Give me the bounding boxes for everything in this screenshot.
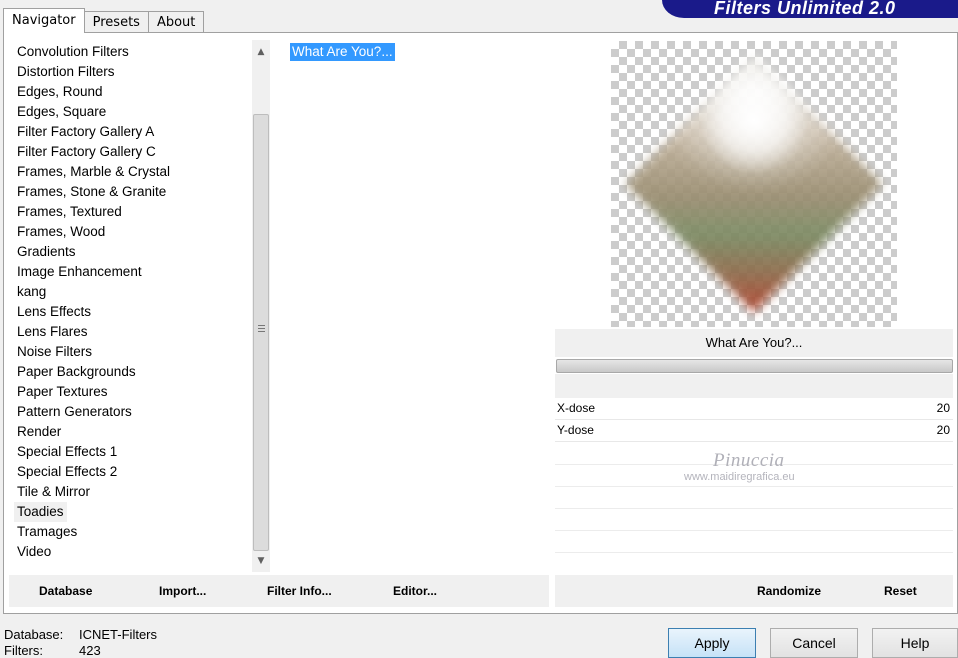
- param-empty-row: [555, 486, 953, 487]
- scroll-up-arrow-icon[interactable]: ▲: [252, 43, 270, 61]
- param-value: 20: [936, 401, 950, 415]
- category-item[interactable]: Lens Effects: [14, 302, 94, 322]
- progress-bar: [556, 359, 953, 373]
- category-item[interactable]: Frames, Stone & Granite: [14, 182, 169, 202]
- param-empty-row: [555, 552, 953, 553]
- category-item[interactable]: Gradients: [14, 242, 79, 262]
- category-item[interactable]: Tile & Mirror: [14, 482, 93, 502]
- category-item[interactable]: Paper Textures: [14, 382, 111, 402]
- watermark-name: Pinuccia: [713, 450, 785, 471]
- preview-image: [611, 41, 897, 327]
- filter-info-button[interactable]: Filter Info...: [267, 575, 332, 607]
- param-button-bar: Randomize Reset: [555, 575, 953, 607]
- category-item[interactable]: Filter Factory Gallery A: [14, 122, 157, 142]
- tab-navigator[interactable]: Navigator: [3, 8, 85, 33]
- app-banner: Filters Unlimited 2.0: [662, 0, 958, 18]
- list-button-bar: Database Import... Filter Info... Editor…: [9, 575, 549, 607]
- category-item[interactable]: Lens Flares: [14, 322, 91, 342]
- category-item[interactable]: Frames, Marble & Crystal: [14, 162, 173, 182]
- filter-list[interactable]: What Are You?...: [281, 40, 549, 572]
- category-item[interactable]: Frames, Textured: [14, 202, 125, 222]
- editor-button[interactable]: Editor...: [393, 575, 437, 607]
- scroll-thumb[interactable]: [253, 114, 269, 551]
- tab-strip: Navigator Presets About: [3, 8, 205, 33]
- category-item[interactable]: Convolution Filters: [14, 42, 132, 62]
- category-item[interactable]: Video: [14, 542, 54, 562]
- category-item[interactable]: Special Effects 2: [14, 462, 120, 482]
- progress-area: [555, 374, 953, 398]
- filter-item-selected[interactable]: What Are You?...: [290, 43, 395, 61]
- category-item[interactable]: kang: [14, 282, 49, 302]
- tab-presets[interactable]: Presets: [83, 11, 149, 33]
- filter-title: What Are You?...: [555, 329, 953, 357]
- scroll-down-arrow-icon[interactable]: ▼: [252, 552, 270, 570]
- category-item[interactable]: Tramages: [14, 522, 80, 542]
- help-button[interactable]: Help: [872, 628, 958, 658]
- watermark-url: www.maidiregrafica.eu: [684, 471, 795, 483]
- tab-about[interactable]: About: [147, 11, 205, 33]
- category-scrollbar[interactable]: ▲ ▼: [252, 40, 270, 572]
- category-list[interactable]: Convolution Filters Distortion Filters Edg…: [9, 40, 253, 572]
- category-item[interactable]: Toadies: [14, 502, 67, 522]
- category-item[interactable]: Frames, Wood: [14, 222, 108, 242]
- category-item[interactable]: Edges, Round: [14, 82, 106, 102]
- param-empty-row: [555, 508, 953, 509]
- preview-highlight: [699, 65, 809, 175]
- status-filters-label: Filters:: [4, 643, 43, 658]
- import-button[interactable]: Import...: [159, 575, 206, 607]
- category-item[interactable]: Special Effects 1: [14, 442, 120, 462]
- apply-button[interactable]: Apply: [668, 628, 756, 658]
- grip-icon: [258, 325, 265, 334]
- category-item[interactable]: Render: [14, 422, 64, 442]
- randomize-button[interactable]: Randomize: [757, 575, 821, 607]
- param-empty-row: [555, 530, 953, 531]
- category-item[interactable]: Filter Factory Gallery C: [14, 142, 159, 162]
- param-label: Y-dose: [557, 423, 594, 437]
- status-filters-value: 423: [79, 643, 101, 658]
- param-label: X-dose: [557, 401, 596, 415]
- param-x-dose[interactable]: X-dose 20: [555, 398, 953, 420]
- category-item[interactable]: Distortion Filters: [14, 62, 118, 82]
- category-item[interactable]: Edges, Square: [14, 102, 109, 122]
- param-y-dose[interactable]: Y-dose 20: [555, 420, 953, 442]
- category-item[interactable]: Pattern Generators: [14, 402, 135, 422]
- status-database-value: ICNET-Filters: [79, 627, 157, 642]
- param-value: 20: [936, 423, 950, 437]
- reset-button[interactable]: Reset: [884, 575, 917, 607]
- category-item[interactable]: Image Enhancement: [14, 262, 145, 282]
- category-item[interactable]: Paper Backgrounds: [14, 362, 139, 382]
- category-item[interactable]: Noise Filters: [14, 342, 95, 362]
- status-database-label: Database:: [4, 627, 64, 642]
- cancel-button[interactable]: Cancel: [770, 628, 858, 658]
- database-button[interactable]: Database: [39, 575, 92, 607]
